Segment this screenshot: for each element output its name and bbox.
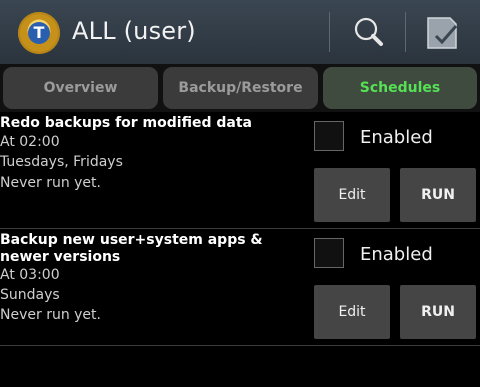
edit-button[interactable]: Edit xyxy=(314,285,390,339)
batch-select-button[interactable] xyxy=(420,12,466,52)
schedule-days: Tuesdays, Fridays xyxy=(0,154,123,170)
logo-letter: T xyxy=(28,22,50,44)
enabled-checkbox[interactable] xyxy=(314,121,344,151)
actionbar-divider xyxy=(329,12,330,52)
page-title: ALL (user) xyxy=(72,17,196,45)
enabled-checkbox[interactable] xyxy=(314,238,344,268)
tab-backup-restore[interactable]: Backup/Restore xyxy=(163,67,318,109)
enabled-label: Enabled xyxy=(360,127,433,148)
schedule-status: Never run yet. xyxy=(0,307,101,323)
divider xyxy=(0,345,480,346)
enabled-label: Enabled xyxy=(360,244,433,265)
action-bar: T ALL (user) xyxy=(0,0,480,65)
schedule-status: Never run yet. xyxy=(0,175,101,191)
schedule-days: Sundays xyxy=(0,287,60,303)
search-icon xyxy=(354,17,383,46)
search-button[interactable] xyxy=(346,12,392,52)
schedule-time: At 02:00 xyxy=(0,134,60,150)
run-button[interactable]: RUN xyxy=(400,168,476,222)
schedule-item: Backup new user+system apps & newer vers… xyxy=(0,229,480,345)
run-button[interactable]: RUN xyxy=(400,285,476,339)
checklist-icon xyxy=(427,17,458,49)
app-logo-icon[interactable]: T xyxy=(18,12,60,54)
schedule-name[interactable]: Redo backups for modified data xyxy=(0,115,300,132)
actionbar-divider xyxy=(405,12,406,52)
schedule-item: Redo backups for modified data At 02:00 … xyxy=(0,112,480,228)
schedule-name[interactable]: Backup new user+system apps & newer vers… xyxy=(0,232,290,266)
edit-button[interactable]: Edit xyxy=(314,168,390,222)
tab-bar: Overview Backup/Restore Schedules xyxy=(0,64,480,112)
tab-schedules[interactable]: Schedules xyxy=(323,67,477,109)
tab-overview[interactable]: Overview xyxy=(3,67,158,109)
schedule-time: At 03:00 xyxy=(0,267,60,283)
